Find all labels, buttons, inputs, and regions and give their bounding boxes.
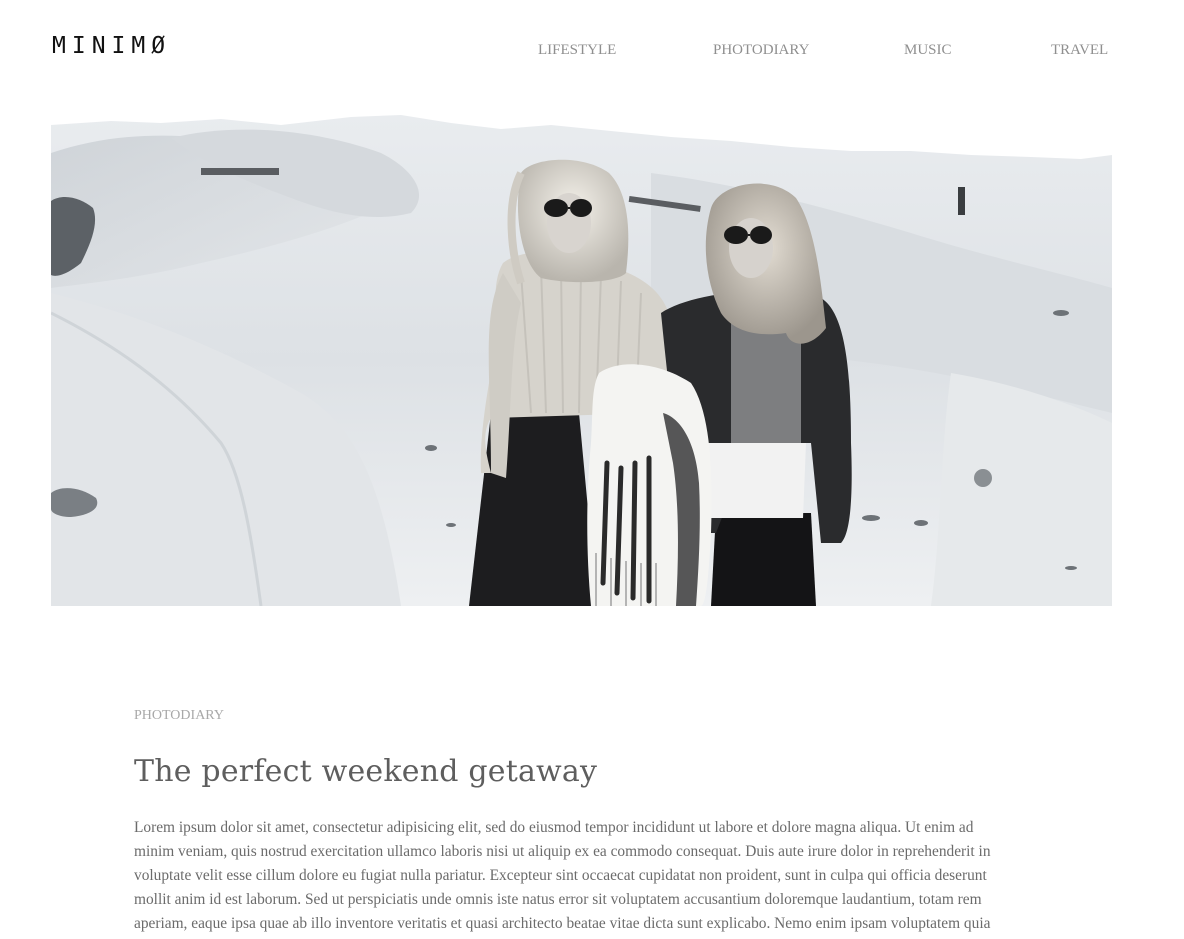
page: MINIMØ LIFESTYLE PHOTODIARY MUSIC TRAVEL xyxy=(0,0,1184,939)
main-nav: LIFESTYLE PHOTODIARY MUSIC TRAVEL xyxy=(0,40,1184,60)
post-body: Lorem ipsum dolor sit amet, consectetur … xyxy=(134,819,991,932)
hero-photo xyxy=(51,113,1112,606)
category-link[interactable]: PHOTODIARY xyxy=(134,700,224,732)
nav-link-travel[interactable]: TRAVEL xyxy=(1051,40,1108,60)
nav-link-lifestyle[interactable]: LIFESTYLE xyxy=(538,40,616,60)
article: PHOTODIARY The perfect weekend getaway L… xyxy=(134,700,1034,936)
blanket xyxy=(587,364,712,606)
site-header: MINIMØ LIFESTYLE PHOTODIARY MUSIC TRAVEL xyxy=(0,0,1184,100)
nav-link-music[interactable]: MUSIC xyxy=(904,40,952,60)
post-title[interactable]: The perfect weekend getaway xyxy=(134,752,1034,792)
hero-image[interactable] xyxy=(51,113,1112,606)
nav-link-photodiary[interactable]: PHOTODIARY xyxy=(713,40,809,60)
